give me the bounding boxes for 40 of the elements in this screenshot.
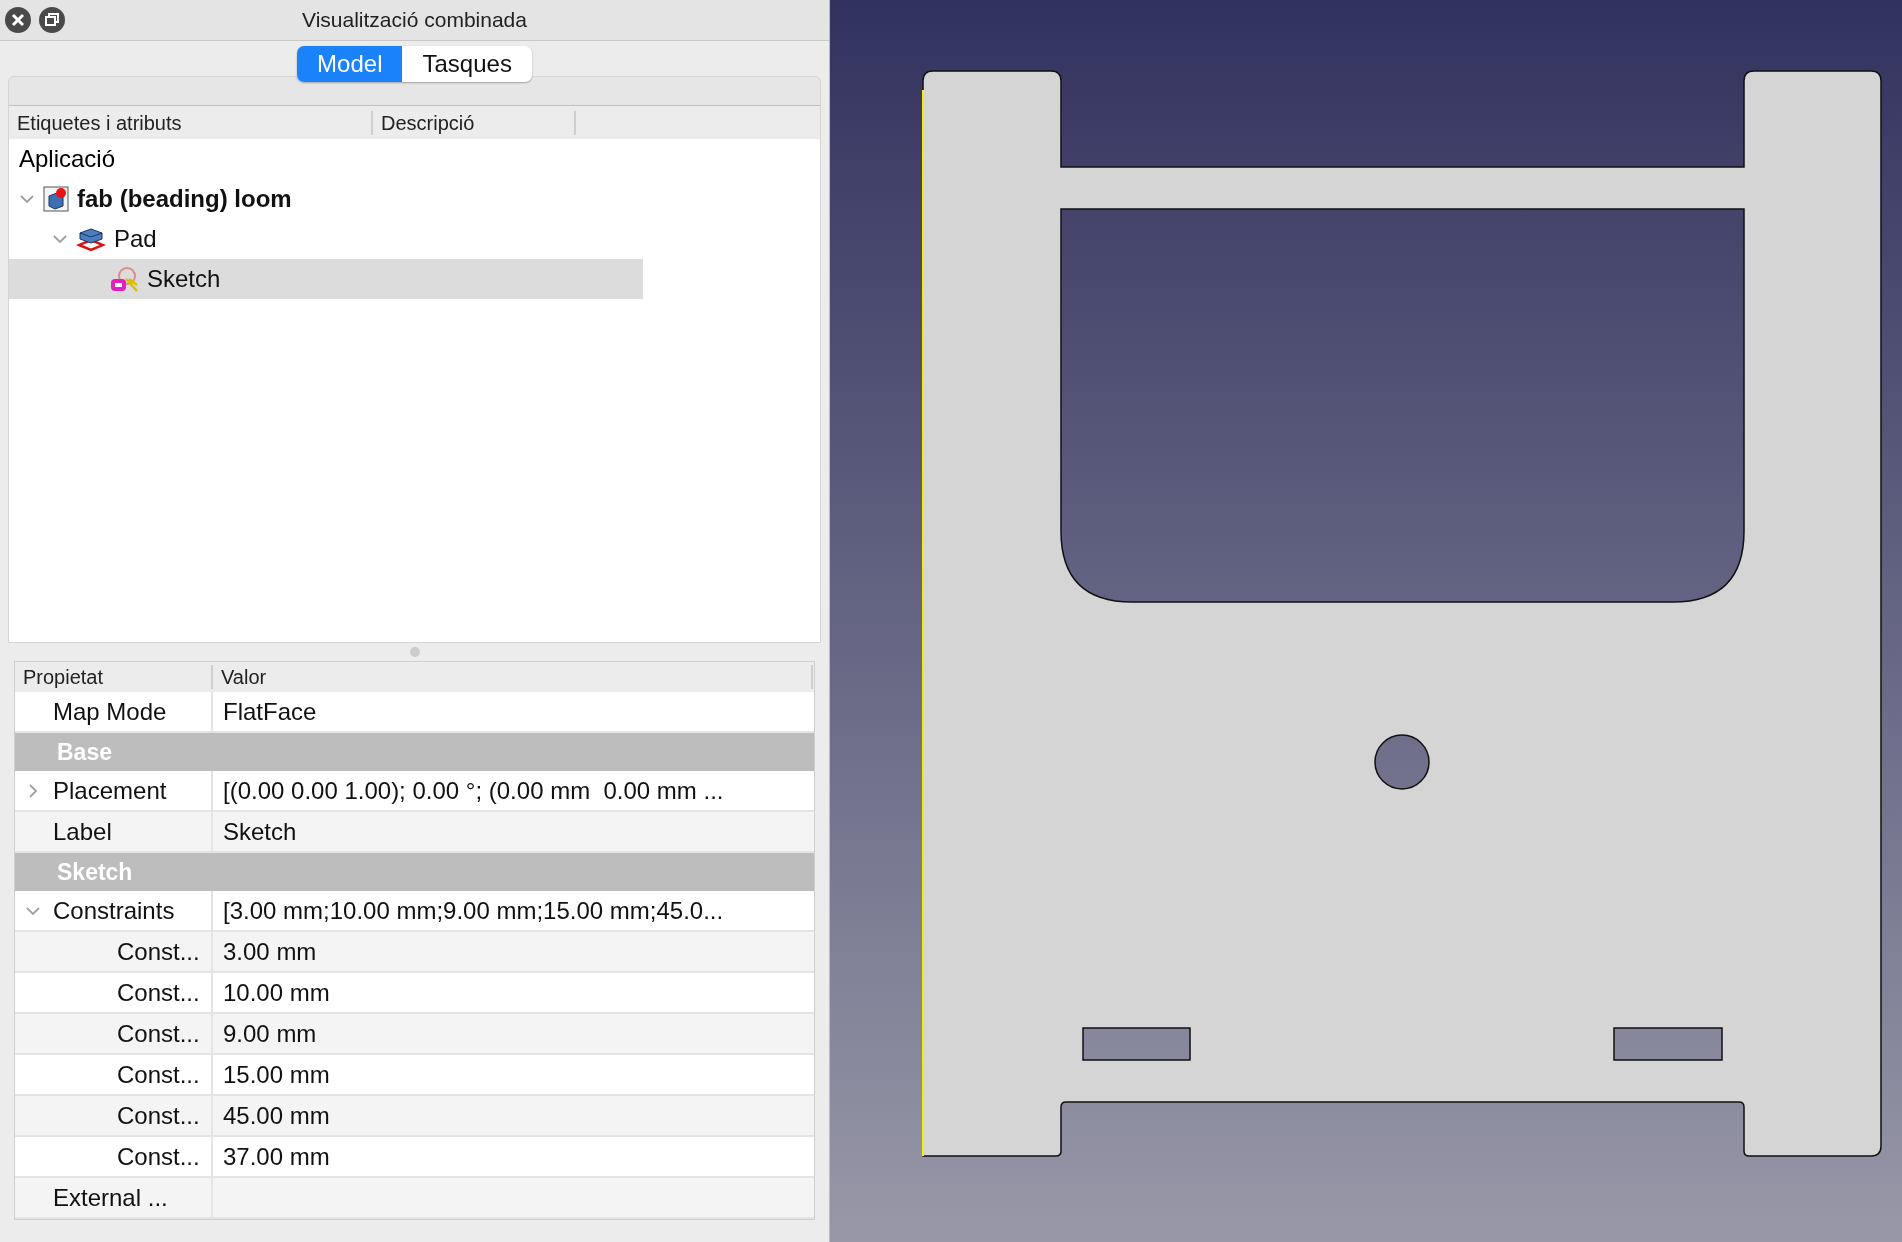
column-header[interactable]: Propietat	[15, 665, 213, 689]
property-value: 9.00 mm	[223, 1019, 317, 1048]
pad-slab-icon	[76, 226, 106, 252]
property-name: External ...	[53, 1183, 168, 1212]
property-name: Const...	[117, 1060, 200, 1089]
property-name: Label	[53, 817, 112, 846]
property-name: Const...	[117, 978, 200, 1007]
tree-item[interactable]: Sketch	[9, 259, 643, 299]
property-value: FlatFace	[223, 697, 317, 726]
property-name: Map Mode	[53, 697, 167, 726]
property-value: 37.00 mm	[223, 1142, 330, 1171]
column-header[interactable]: Valor	[213, 665, 813, 689]
tree-item[interactable]: fab (beading) loom	[9, 179, 577, 219]
column-header[interactable]: Descripció	[373, 110, 576, 135]
property-name: Const...	[117, 1019, 200, 1048]
restore-icon[interactable]	[38, 6, 66, 34]
group-header: Sketch	[15, 853, 814, 891]
property-value: 10.00 mm	[223, 978, 330, 1007]
tree-item[interactable]: Pad	[9, 219, 610, 259]
property-value: 45.00 mm	[223, 1101, 330, 1130]
column-header[interactable]: Etiquetes i atributs	[9, 110, 373, 135]
property-value: [3.00 mm;10.00 mm;9.00 mm;15.00 mm;45.0...	[223, 896, 724, 925]
tab[interactable]: Tasques	[402, 46, 532, 82]
tree-root-label: Aplicació	[18, 144, 117, 174]
property-name: Const...	[117, 1142, 200, 1171]
sketch-icon	[109, 265, 139, 293]
window-title: Visualització combinada	[302, 8, 527, 31]
cube-document-icon	[43, 186, 69, 212]
property-name: Placement	[53, 776, 167, 805]
property-name: Constraints	[53, 896, 175, 925]
property-value: Sketch	[223, 817, 297, 846]
tab[interactable]: Model	[297, 46, 403, 82]
property-name: Const...	[117, 1101, 200, 1130]
close-icon[interactable]	[4, 6, 32, 34]
property-name: Const...	[117, 937, 200, 966]
property-value: 3.00 mm	[223, 937, 317, 966]
property-value: 15.00 mm	[223, 1060, 330, 1089]
property-value: [(0.00 0.00 1.00); 0.00 °; (0.00 mm 0.00 mm ...	[223, 776, 724, 805]
group-header: Base	[15, 733, 814, 771]
splitter-handle[interactable]	[409, 647, 420, 657]
